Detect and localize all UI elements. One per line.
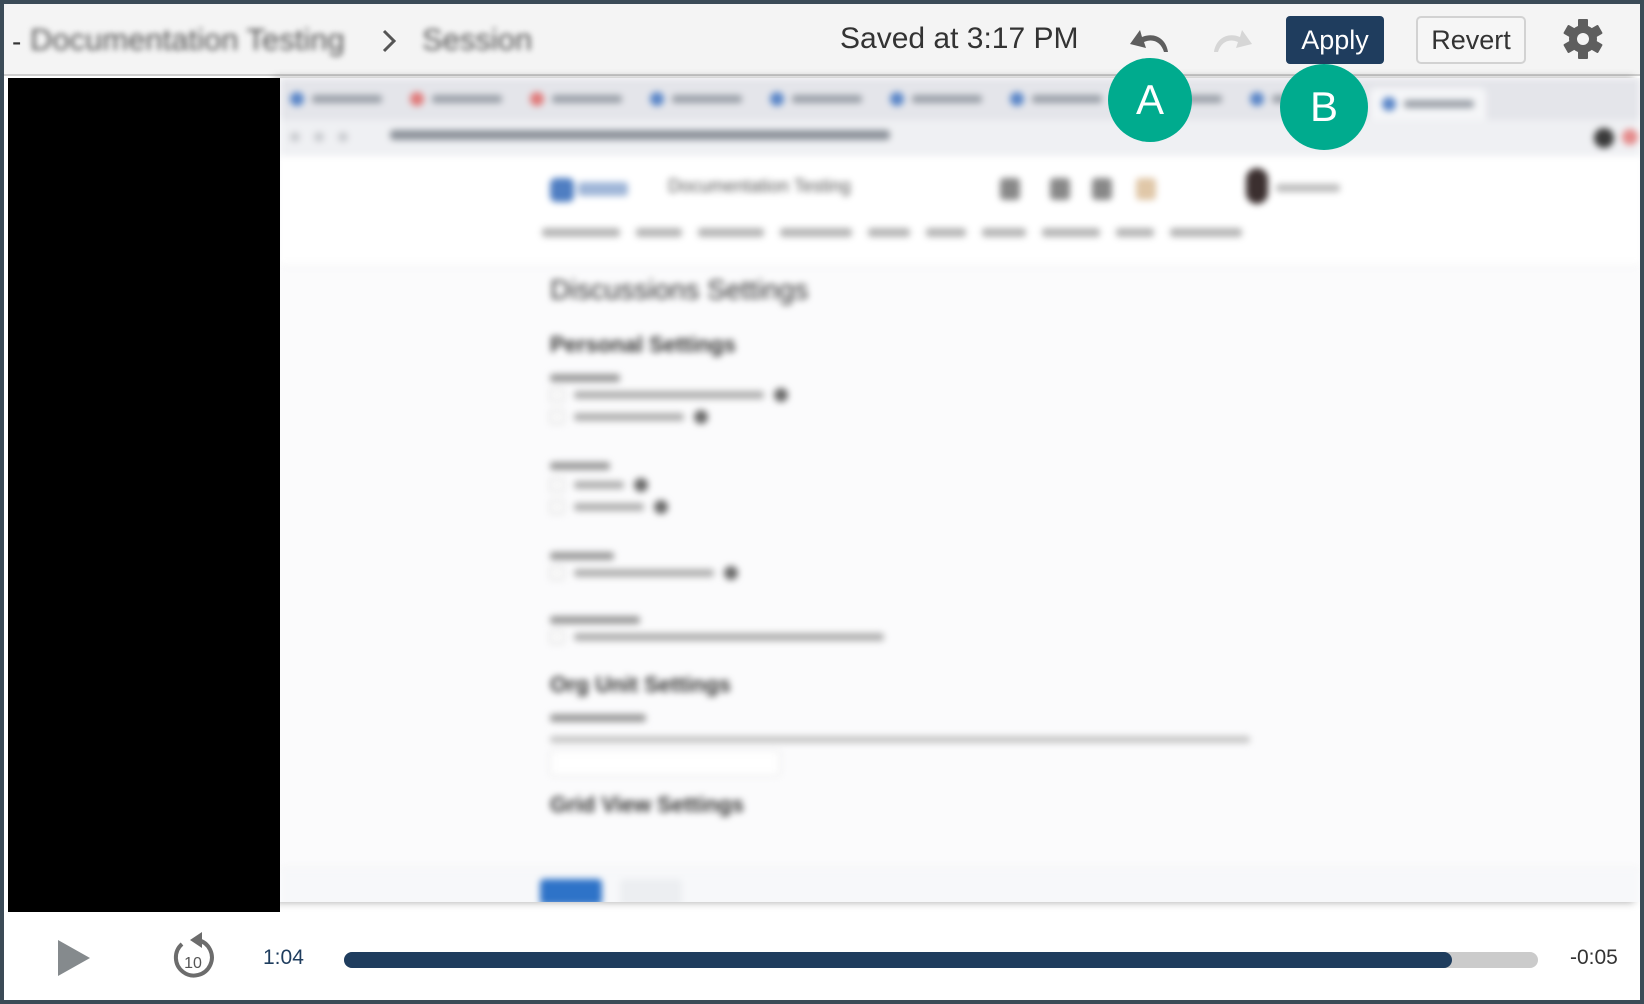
- undo-icon[interactable]: [1128, 24, 1174, 54]
- browser-profile-icon: [1594, 128, 1614, 148]
- browser-extension-icon: [1622, 129, 1638, 145]
- browser-tab: [650, 88, 742, 110]
- progress-bar[interactable]: [344, 952, 1538, 968]
- lms-footer-bar: [280, 868, 1640, 902]
- callout-badge-b: B: [1280, 64, 1368, 150]
- browser-tab: [1010, 88, 1102, 110]
- revert-button[interactable]: Revert: [1416, 16, 1526, 64]
- recorded-screen[interactable]: Documentation Testing Discussions Settin…: [280, 78, 1640, 902]
- rewind-seconds: 10: [184, 955, 202, 972]
- rewind-10-icon[interactable]: 10: [168, 930, 218, 984]
- chevron-right-icon: [382, 29, 397, 53]
- elapsed-time: 1:04: [263, 946, 304, 969]
- play-icon[interactable]: [56, 938, 92, 978]
- browser-tabs: [280, 78, 1640, 120]
- address-bar: [390, 130, 890, 140]
- apply-button[interactable]: Apply: [1286, 16, 1384, 64]
- lms-logo: [550, 178, 574, 202]
- saved-status: Saved at 3:17 PM: [840, 22, 1079, 55]
- callout-badge-a: A: [1108, 58, 1192, 142]
- browser-tab-active: [1370, 88, 1486, 120]
- session-player-window: - Documentation Testing Session Saved at…: [4, 4, 1640, 1000]
- browser-tab: [290, 88, 382, 110]
- progress-fill: [344, 952, 1453, 968]
- video-letterbox: [8, 78, 280, 912]
- redo-icon[interactable]: [1208, 24, 1254, 54]
- browser-tab: [770, 88, 862, 110]
- lms-avatar: [1246, 168, 1268, 204]
- remaining-time: -0:05: [1570, 946, 1618, 969]
- browser-address-row: [280, 120, 1640, 156]
- breadcrumb-course[interactable]: Documentation Testing: [30, 22, 345, 58]
- browser-tab: [410, 88, 502, 110]
- section-heading: Org Unit Settings: [550, 672, 731, 697]
- blurred-content: Documentation Testing Discussions Settin…: [280, 78, 1640, 902]
- top-toolbar: - Documentation Testing Session Saved at…: [4, 4, 1640, 76]
- browser-tab: [890, 88, 982, 110]
- lms-course-title: Documentation Testing: [668, 176, 851, 196]
- breadcrumb-prefix: -: [12, 26, 22, 57]
- lms-navbar: [542, 228, 1242, 237]
- section-heading: Grid View Settings: [550, 792, 744, 817]
- breadcrumb-session[interactable]: Session: [422, 22, 532, 58]
- settings-heading: Discussions Settings: [550, 274, 809, 305]
- browser-tab: [530, 88, 622, 110]
- lms-header: Documentation Testing: [280, 156, 1640, 266]
- gear-icon[interactable]: [1562, 18, 1604, 60]
- section-heading: Personal Settings: [550, 332, 736, 357]
- player-controls: 10 1:04 -0:05: [4, 912, 1640, 1000]
